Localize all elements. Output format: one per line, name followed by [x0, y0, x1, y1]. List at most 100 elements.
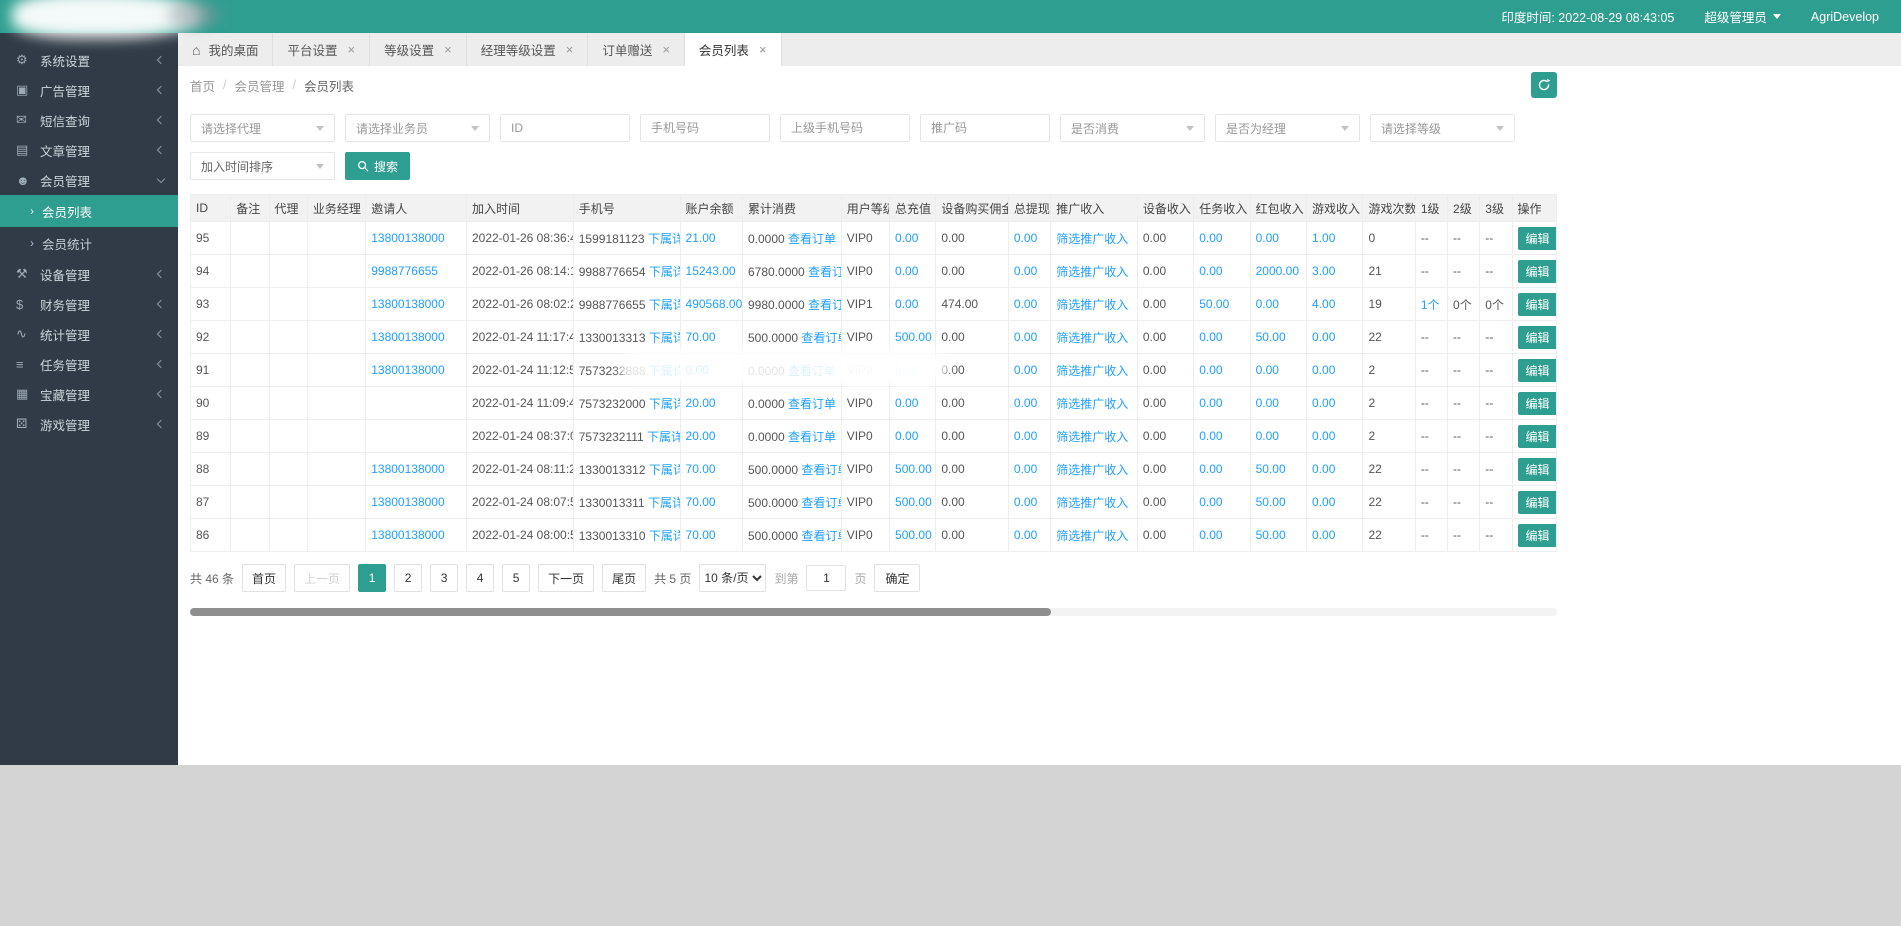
cell-link[interactable]: 筛选推广收入	[1056, 430, 1128, 444]
cell-link[interactable]: 0.00	[1199, 363, 1222, 377]
sidebar-item-game-management[interactable]: ⚄游戏管理	[0, 409, 178, 439]
cell-link[interactable]: 0.00	[1312, 396, 1335, 410]
tab-member-list[interactable]: 会员列表×	[685, 33, 782, 66]
cell-link[interactable]: 3.00	[1312, 264, 1335, 278]
edit-button[interactable]: 编辑	[1518, 293, 1557, 316]
cell-link[interactable]: 下属详细	[647, 430, 680, 444]
cell-link[interactable]: 0.00	[895, 231, 918, 245]
per-page-select[interactable]: 10 条/页	[699, 564, 766, 592]
phone-input[interactable]	[640, 114, 770, 142]
cell-link[interactable]: 13800138000	[371, 363, 444, 377]
cell-link[interactable]: 筛选推广收入	[1056, 364, 1128, 378]
cell-link[interactable]: 0.00	[1014, 528, 1037, 542]
edit-button[interactable]: 编辑	[1518, 260, 1557, 283]
cell-link[interactable]: 0.00	[1199, 495, 1222, 509]
cell-link[interactable]: 筛选推广收入	[1056, 397, 1128, 411]
cell-link[interactable]: 13800138000	[371, 462, 444, 476]
cell-link[interactable]: 13800138000	[371, 231, 444, 245]
agent-select[interactable]: 请选择代理	[190, 114, 335, 142]
cell-link[interactable]: 筛选推广收入	[1056, 463, 1128, 477]
cell-link[interactable]: 下属详细	[648, 496, 680, 510]
cell-link[interactable]: 0.00	[895, 396, 918, 410]
last-page-button[interactable]: 尾页	[602, 564, 646, 592]
cell-link[interactable]: 13800138000	[371, 528, 444, 542]
first-page-button[interactable]: 首页	[242, 564, 286, 592]
cell-link[interactable]: 下属详细	[649, 397, 680, 411]
cell-link[interactable]: 筛选推广收入	[1056, 496, 1128, 510]
cell-link[interactable]: 9988776655	[371, 264, 438, 278]
cell-link[interactable]: 500.00	[895, 462, 932, 476]
horizontal-scrollbar[interactable]	[190, 608, 1557, 616]
cell-link[interactable]: 13800138000	[371, 330, 444, 344]
cell-link[interactable]: 查看订单	[788, 430, 836, 444]
cell-link[interactable]: 下属详细	[649, 298, 680, 312]
cell-link[interactable]: 下属详细	[649, 331, 680, 345]
sidebar-item-member-management[interactable]: ☻会员管理	[0, 165, 178, 195]
cell-link[interactable]: 50.00	[1199, 297, 1229, 311]
cell-link[interactable]: 0.00	[1256, 231, 1279, 245]
next-page-button[interactable]: 下一页	[538, 564, 594, 592]
cell-link[interactable]: 查看订单	[808, 265, 841, 279]
cell-link[interactable]: 0.00	[1199, 396, 1222, 410]
cell-link[interactable]: 70.00	[686, 462, 716, 476]
tab-close-icon[interactable]: ×	[662, 42, 670, 57]
sidebar-subitem-member-statistics[interactable]: ›会员统计	[0, 227, 178, 259]
parent-phone-input[interactable]	[780, 114, 910, 142]
cell-link[interactable]: 500.00	[895, 330, 932, 344]
cell-link[interactable]: 筛选推广收入	[1056, 232, 1128, 246]
brand-link[interactable]: AgriDevelop	[1811, 10, 1879, 24]
cell-link[interactable]: 70.00	[686, 330, 716, 344]
cell-link[interactable]: 0.00	[1256, 363, 1279, 377]
sidebar-item-treasure-management[interactable]: ▦宝藏管理	[0, 379, 178, 409]
cell-link[interactable]: 0.00	[1199, 429, 1222, 443]
tab-my-desktop[interactable]: ⌂我的桌面	[178, 33, 273, 66]
scrollbar-thumb[interactable]	[190, 608, 1051, 616]
cell-link[interactable]: 0.00	[1256, 297, 1279, 311]
cell-link[interactable]: 查看订单	[788, 232, 836, 246]
tab-manager-level-settings[interactable]: 经理等级设置×	[467, 33, 589, 66]
cell-link[interactable]: 50.00	[1256, 462, 1286, 476]
level-select[interactable]: 请选择等级	[1370, 114, 1515, 142]
cell-link[interactable]: 0.00	[1014, 231, 1037, 245]
cell-link[interactable]: 0.00	[1256, 396, 1279, 410]
cell-link[interactable]: 1.00	[1312, 231, 1335, 245]
cell-link[interactable]: 0.00	[1256, 429, 1279, 443]
cell-link[interactable]: 13800138000	[371, 297, 444, 311]
tab-level-settings[interactable]: 等级设置×	[370, 33, 467, 66]
edit-button[interactable]: 编辑	[1518, 491, 1557, 514]
cell-link[interactable]: 21.00	[686, 231, 716, 245]
cell-link[interactable]: 0.00	[1312, 330, 1335, 344]
edit-button[interactable]: 编辑	[1518, 425, 1557, 448]
cell-link[interactable]: 50.00	[1256, 495, 1286, 509]
edit-button[interactable]: 编辑	[1518, 227, 1557, 250]
cell-link[interactable]: 0.00	[1014, 297, 1037, 311]
cell-link[interactable]: 查看订单	[801, 496, 841, 510]
cell-link[interactable]: 0.00	[1199, 462, 1222, 476]
cell-link[interactable]: 0.00	[1312, 363, 1335, 377]
edit-button[interactable]: 编辑	[1518, 458, 1557, 481]
cell-link[interactable]: 500.00	[895, 495, 932, 509]
cell-link[interactable]: 0.00	[895, 264, 918, 278]
cell-link[interactable]: 下属详细	[648, 232, 680, 246]
id-input[interactable]	[500, 114, 630, 142]
sidebar-item-article-management[interactable]: ▤文章管理	[0, 135, 178, 165]
cell-link[interactable]: 筛选推广收入	[1056, 529, 1128, 543]
sidebar-item-sms-query[interactable]: ✉短信查询	[0, 105, 178, 135]
cell-link[interactable]: 13800138000	[371, 495, 444, 509]
page-button-4[interactable]: 4	[466, 564, 494, 592]
cell-link[interactable]: 筛选推广收入	[1056, 265, 1128, 279]
cell-link[interactable]: 2000.00	[1256, 264, 1299, 278]
edit-button[interactable]: 编辑	[1518, 392, 1557, 415]
cell-link[interactable]: 0.00	[1014, 363, 1037, 377]
cell-link[interactable]: 0.00	[1312, 528, 1335, 542]
consumed-select[interactable]: 是否消费	[1060, 114, 1205, 142]
tab-order-gift[interactable]: 订单赠送×	[588, 33, 685, 66]
tab-close-icon[interactable]: ×	[444, 42, 452, 57]
cell-link[interactable]: 70.00	[686, 528, 716, 542]
cell-link[interactable]: 50.00	[1256, 330, 1286, 344]
cell-link[interactable]: 0.00	[895, 429, 918, 443]
cell-link[interactable]: 查看订单	[801, 331, 841, 345]
sidebar-item-finance-management[interactable]: $财务管理	[0, 289, 178, 319]
cell-link[interactable]: 下属详细	[649, 529, 680, 543]
cell-link[interactable]: 500.00	[895, 528, 932, 542]
